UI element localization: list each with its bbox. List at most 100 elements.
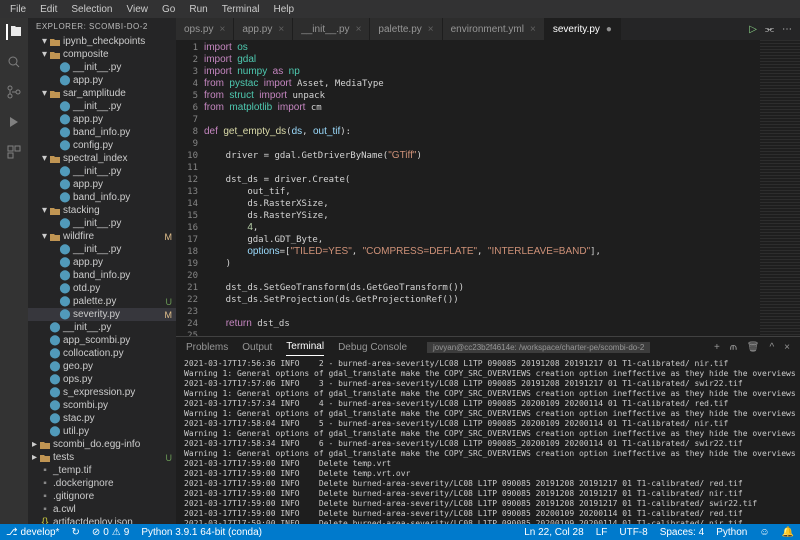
kill-terminal-icon[interactable]: 🗑 xyxy=(747,342,760,353)
tree-item-artifactdeploy.json[interactable]: {}artifactdeploy.json xyxy=(28,516,176,524)
tree-item-app.py[interactable]: ⬤app.py xyxy=(28,113,176,126)
tree-item-band_info.py[interactable]: ⬤band_info.py xyxy=(28,126,176,139)
run-debug-icon[interactable] xyxy=(6,114,22,130)
tree-item-otd.py[interactable]: ⬤otd.py xyxy=(28,282,176,295)
eol[interactable]: LF xyxy=(590,527,614,538)
editor-body[interactable]: 1234567891011121314151617181920212223242… xyxy=(176,40,800,336)
indentation[interactable]: Spaces: 4 xyxy=(654,527,710,538)
tree-item-collocation.py[interactable]: ⬤collocation.py xyxy=(28,347,176,360)
tree-item-__init__.py[interactable]: ⬤__init__.py xyxy=(28,100,176,113)
terminal-selector[interactable]: jovyan@cc23b2f4614e: /workspace/charter-… xyxy=(427,342,650,353)
extensions-icon[interactable] xyxy=(6,144,22,160)
sync-icon[interactable]: ↻ xyxy=(65,527,85,538)
tree-item-app_scombi.py[interactable]: ⬤app_scombi.py xyxy=(28,334,176,347)
run-icon[interactable]: ▷ xyxy=(749,24,757,35)
tree-item-stacking[interactable]: ▾stacking xyxy=(28,204,176,217)
file-icon: ▪ xyxy=(40,479,50,489)
tree-item-spectral_index[interactable]: ▾spectral_index xyxy=(28,152,176,165)
menu-selection[interactable]: Selection xyxy=(65,2,118,17)
tab-app.py[interactable]: app.py× xyxy=(234,18,293,40)
tab-environment.yml[interactable]: environment.yml × xyxy=(443,18,545,40)
tab-label: environment.yml xyxy=(451,24,524,35)
tree-item-util.py[interactable]: ⬤util.py xyxy=(28,425,176,438)
tree-item-ipynb_checkpoints[interactable]: ▾ipynb_checkpoints xyxy=(28,35,176,48)
new-terminal-icon[interactable]: + xyxy=(714,342,720,353)
editor-area: ops.py×app.py×__init__.py×palette.py×env… xyxy=(176,18,800,524)
menu-go[interactable]: Go xyxy=(156,2,181,17)
panel-tab-problems[interactable]: Problems xyxy=(186,339,228,356)
tree-item-a.cwl[interactable]: ▪a.cwl xyxy=(28,503,176,516)
tree-item-scombi.py[interactable]: ⬤scombi.py xyxy=(28,399,176,412)
minimap[interactable] xyxy=(760,40,800,336)
file-icon: ▪ xyxy=(40,492,50,502)
tree-item-app.py[interactable]: ⬤app.py xyxy=(28,178,176,191)
explorer-icon[interactable] xyxy=(6,24,22,40)
source-control-icon[interactable] xyxy=(6,84,22,100)
tree-item-stac.py[interactable]: ⬤stac.py xyxy=(28,412,176,425)
search-icon[interactable] xyxy=(6,54,22,70)
tree-item-.gitignore[interactable]: ▪.gitignore xyxy=(28,490,176,503)
panel-tab-terminal[interactable]: Terminal xyxy=(286,338,324,356)
py-icon: ⬤ xyxy=(60,167,70,177)
tab-palette.py[interactable]: palette.py× xyxy=(370,18,442,40)
split-editor-icon[interactable]: ⫘ xyxy=(765,24,774,35)
tree-item-__init__.py[interactable]: ⬤__init__.py xyxy=(28,217,176,230)
close-icon[interactable]: × xyxy=(530,24,536,35)
close-panel-icon[interactable]: × xyxy=(784,342,790,353)
notifications-icon[interactable]: 🔔 xyxy=(776,527,800,538)
close-icon[interactable]: × xyxy=(428,24,434,35)
tree-item-label: __init__.py xyxy=(73,62,121,73)
close-icon[interactable]: × xyxy=(356,24,362,35)
language-mode[interactable]: Python xyxy=(710,527,753,538)
git-branch[interactable]: ⎇ develop* xyxy=(0,527,65,538)
tree-item-.dockerignore[interactable]: ▪.dockerignore xyxy=(28,477,176,490)
feedback-icon[interactable]: ☺ xyxy=(753,527,775,538)
panel-tab-debug[interactable]: Debug Console xyxy=(338,339,407,356)
tab-severity.py[interactable]: severity.py● xyxy=(545,18,621,40)
tree-item-__init__.py[interactable]: ⬤__init__.py xyxy=(28,243,176,256)
more-icon[interactable]: ⋯ xyxy=(782,24,792,35)
tree-item-scombi_do.egg-info[interactable]: ▸scombi_do.egg-info xyxy=(28,438,176,451)
split-terminal-icon[interactable]: ⫙ xyxy=(730,342,737,353)
close-icon[interactable]: × xyxy=(278,24,284,35)
tree-item-palette.py[interactable]: ⬤palette.pyU xyxy=(28,295,176,308)
tree-item-__init__.py[interactable]: ⬤__init__.py xyxy=(28,321,176,334)
python-env[interactable]: Python 3.9.1 64-bit (conda) xyxy=(135,527,268,538)
maximize-panel-icon[interactable]: ^ xyxy=(769,342,774,353)
tab-ops.py[interactable]: ops.py× xyxy=(176,18,234,40)
tree-item-__init__.py[interactable]: ⬤__init__.py xyxy=(28,61,176,74)
tree-item-_temp.tif[interactable]: ▪_temp.tif xyxy=(28,464,176,477)
tree-item-band_info.py[interactable]: ⬤band_info.py xyxy=(28,191,176,204)
tree-item-app.py[interactable]: ⬤app.py xyxy=(28,256,176,269)
tree-item-__init__.py[interactable]: ⬤__init__.py xyxy=(28,165,176,178)
py-icon: ⬤ xyxy=(50,414,60,424)
menu-edit[interactable]: Edit xyxy=(34,2,63,17)
encoding[interactable]: UTF-8 xyxy=(613,527,653,538)
tree-item-ops.py[interactable]: ⬤ops.py xyxy=(28,373,176,386)
close-icon[interactable]: × xyxy=(219,24,225,35)
menu-run[interactable]: Run xyxy=(183,2,213,17)
tree-item-band_info.py[interactable]: ⬤band_info.py xyxy=(28,269,176,282)
menu-terminal[interactable]: Terminal xyxy=(216,2,266,17)
tree-item-sar_amplitude[interactable]: ▾sar_amplitude xyxy=(28,87,176,100)
tree-item-app.py[interactable]: ⬤app.py xyxy=(28,74,176,87)
tree-item-wildfire[interactable]: ▾wildfireM xyxy=(28,230,176,243)
problems-count[interactable]: ⊘0 ⚠9 xyxy=(86,527,135,538)
tab-__init__.py[interactable]: __init__.py× xyxy=(293,18,370,40)
tree-item-geo.py[interactable]: ⬤geo.py xyxy=(28,360,176,373)
tree-item-s_expression.py[interactable]: ⬤s_expression.py xyxy=(28,386,176,399)
menu-help[interactable]: Help xyxy=(268,2,301,17)
menu-file[interactable]: File xyxy=(4,2,32,17)
close-icon[interactable]: ● xyxy=(606,24,612,35)
file-tree[interactable]: ▾ipynb_checkpoints▾composite⬤__init__.py… xyxy=(28,35,176,524)
tree-item-tests[interactable]: ▸testsU xyxy=(28,451,176,464)
terminal-output[interactable]: 2021-03-17T17:56:36 INFO 2 - burned-area… xyxy=(176,357,800,524)
menu-view[interactable]: View xyxy=(121,2,155,17)
panel-tab-output[interactable]: Output xyxy=(242,339,272,356)
tree-item-composite[interactable]: ▾composite xyxy=(28,48,176,61)
code-content[interactable]: import os import gdal import numpy as np… xyxy=(204,40,760,336)
tree-item-label: scombi.py xyxy=(63,400,108,411)
tree-item-severity.py[interactable]: ⬤severity.pyM xyxy=(28,308,176,321)
cursor-position[interactable]: Ln 22, Col 28 xyxy=(518,527,590,538)
tree-item-config.py[interactable]: ⬤config.py xyxy=(28,139,176,152)
